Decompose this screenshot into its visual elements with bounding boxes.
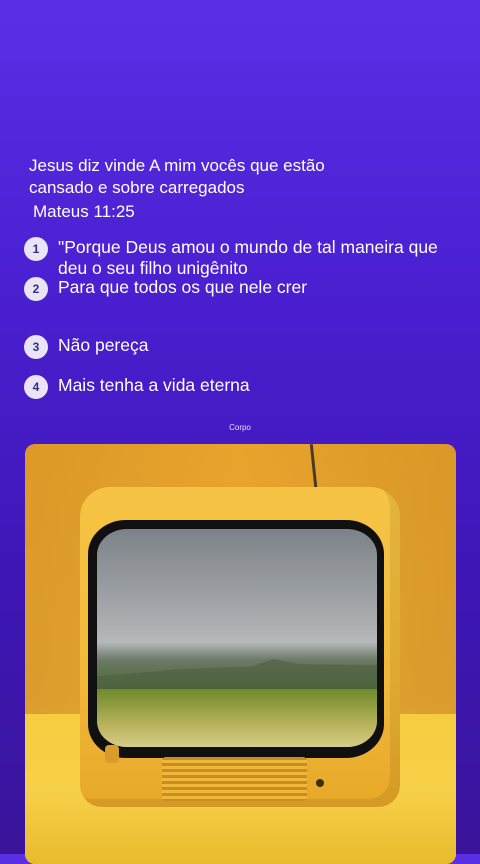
image-caption: Corpo <box>229 423 251 432</box>
retro-tv-photo <box>25 444 456 864</box>
knob-icon <box>316 779 324 787</box>
intro-text: Jesus diz vinde A mim vocês que estão ca… <box>29 155 429 223</box>
step-text: "Porque Deus amou o mundo de tal maneira… <box>58 237 438 278</box>
tv-body <box>80 487 400 807</box>
speaker-grille <box>162 757 307 801</box>
list-item: 3 Não pereça <box>24 335 444 359</box>
list-item: 4 Mais tenha a vida eterna <box>24 375 444 399</box>
step-text: Não pereça <box>58 335 149 355</box>
step-text: Mais tenha a vida eterna <box>58 375 250 395</box>
dial-icon <box>105 745 119 763</box>
grass-field <box>97 689 377 747</box>
list-item: 1 "Porque Deus amou o mundo de tal manei… <box>24 237 444 279</box>
landscape-screen <box>97 529 377 747</box>
step-badge: 4 <box>24 375 48 399</box>
step-badge: 3 <box>24 335 48 359</box>
intro-line-2: cansado e sobre carregados <box>29 178 245 197</box>
list-item: 2 Para que todos os que nele crer <box>24 277 444 301</box>
step-badge: 1 <box>24 237 48 261</box>
intro-line-1: Jesus diz vinde A mim vocês que estão <box>29 156 325 175</box>
bible-reference: Mateus 11:25 <box>33 202 135 221</box>
step-text: Para que todos os que nele crer <box>58 277 308 297</box>
tv-screen-frame <box>88 520 384 758</box>
step-badge: 2 <box>24 277 48 301</box>
